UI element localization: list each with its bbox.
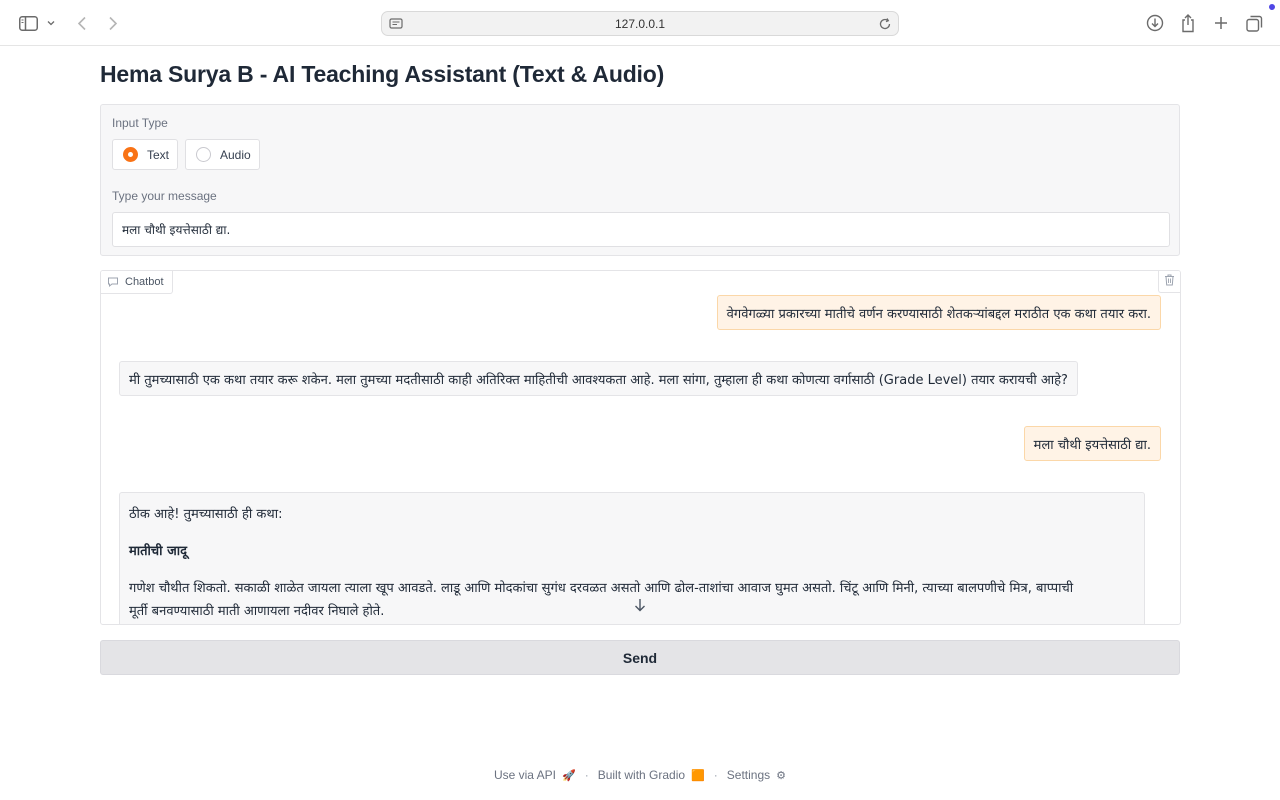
sidebar-icon[interactable] <box>17 12 39 34</box>
message-label: Type your message <box>112 189 217 203</box>
chatbot-label: Chatbot <box>125 276 164 288</box>
message-input[interactable] <box>112 212 1170 247</box>
chatbot-panel[interactable]: Chatbot वेगवेगळ्या प्रकारच्या मातीचे वर्… <box>100 270 1181 625</box>
story-title: मातीची जादू <box>129 544 187 559</box>
user-message: मला चौथी इयत्तेसाठी द्या. <box>1023 426 1161 461</box>
address-bar[interactable]: 127.0.0.1 <box>381 11 899 36</box>
send-button[interactable]: Send <box>100 640 1180 675</box>
separator: · <box>584 768 589 782</box>
separator: · <box>713 768 718 782</box>
radio-option-audio[interactable]: Audio <box>185 139 260 170</box>
clear-chat-button[interactable] <box>1158 271 1180 293</box>
chevron-down-icon[interactable] <box>41 12 61 34</box>
settings-link[interactable]: Settings <box>727 768 770 782</box>
download-icon[interactable] <box>1144 12 1166 34</box>
built-with-gradio-link[interactable]: Built with Gradio <box>598 768 685 782</box>
scroll-to-bottom-icon[interactable] <box>630 596 650 614</box>
new-tab-plus-icon[interactable] <box>1210 12 1232 34</box>
forward-arrow-icon[interactable] <box>102 12 124 34</box>
radio-label-audio: Audio <box>220 147 251 162</box>
chatbot-label-tag: Chatbot <box>101 271 173 294</box>
trash-icon <box>1164 273 1175 291</box>
back-arrow-icon[interactable] <box>71 12 93 34</box>
tabs-overview-icon[interactable] <box>1243 12 1265 34</box>
url-text[interactable]: 127.0.0.1 <box>382 17 898 31</box>
gear-icon: ⚙ <box>776 769 787 782</box>
footer: Use via API 🚀 · Built with Gradio 🟧 · Se… <box>0 768 1280 782</box>
browser-toolbar: 127.0.0.1 <box>0 0 1280 46</box>
assistant-message: मी तुमच्यासाठी एक कथा तयार करू शकेन. मला… <box>119 361 1078 396</box>
notification-dot <box>1269 4 1275 10</box>
gradio-logo-icon: 🟧 <box>691 769 705 782</box>
radio-checked-icon[interactable] <box>123 147 138 162</box>
user-message: वेगवेगळ्या प्रकारच्या मातीचे वर्णन करण्य… <box>716 295 1161 330</box>
story-intro: ठीक आहे! तुमच्यासाठी ही कथा: <box>129 507 283 522</box>
reload-icon[interactable] <box>878 17 892 31</box>
share-icon[interactable] <box>1177 12 1199 34</box>
radio-unchecked-icon[interactable] <box>196 147 211 162</box>
use-via-api-link[interactable]: Use via API <box>494 768 556 782</box>
chat-bubble-icon <box>107 276 119 288</box>
rocket-icon: 🚀 <box>562 769 576 782</box>
input-panel: Input Type Text Audio Type your message <box>100 104 1180 256</box>
page-title: Hema Surya B - AI Teaching Assistant (Te… <box>100 61 665 87</box>
radio-label-text: Text <box>147 147 170 162</box>
input-type-label: Input Type <box>112 116 168 130</box>
radio-option-text[interactable]: Text <box>112 139 178 170</box>
